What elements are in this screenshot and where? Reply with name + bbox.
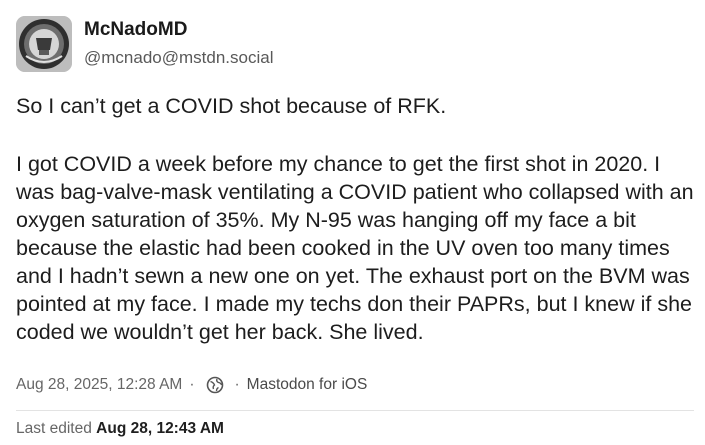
meta-separator: · — [234, 376, 240, 393]
avatar[interactable] — [16, 16, 72, 72]
edited-time: Aug 28, 12:43 AM — [96, 420, 224, 437]
meta-separator: · — [189, 376, 195, 393]
application-link[interactable]: Mastodon for iOS — [247, 376, 368, 394]
post-paragraph: I got COVID a week before my chance to g… — [16, 152, 694, 344]
display-name[interactable]: McNadoMD — [84, 18, 273, 42]
divider — [16, 410, 694, 411]
edited-label: Last edited — [16, 420, 92, 437]
post-paragraph: So I can’t get a COVID shot because of R… — [16, 94, 447, 118]
post-timestamp[interactable]: Aug 28, 2025, 12:28 AM — [16, 376, 182, 394]
post-header: McNadoMD @mcnado@mstdn.social — [16, 16, 273, 72]
globe-icon — [206, 376, 224, 394]
post-content: So I can’t get a COVID shot because of R… — [16, 92, 696, 346]
edit-history[interactable]: Last edited Aug 28, 12:43 AM — [16, 420, 224, 438]
post-meta: Aug 28, 2025, 12:28 AM · · Mastodon for … — [16, 376, 367, 394]
badge-avatar-icon — [16, 16, 72, 72]
author-names: McNadoMD @mcnado@mstdn.social — [84, 18, 273, 70]
post-card: McNadoMD @mcnado@mstdn.social So I can’t… — [0, 0, 705, 445]
account-handle[interactable]: @mcnado@mstdn.social — [84, 46, 273, 70]
